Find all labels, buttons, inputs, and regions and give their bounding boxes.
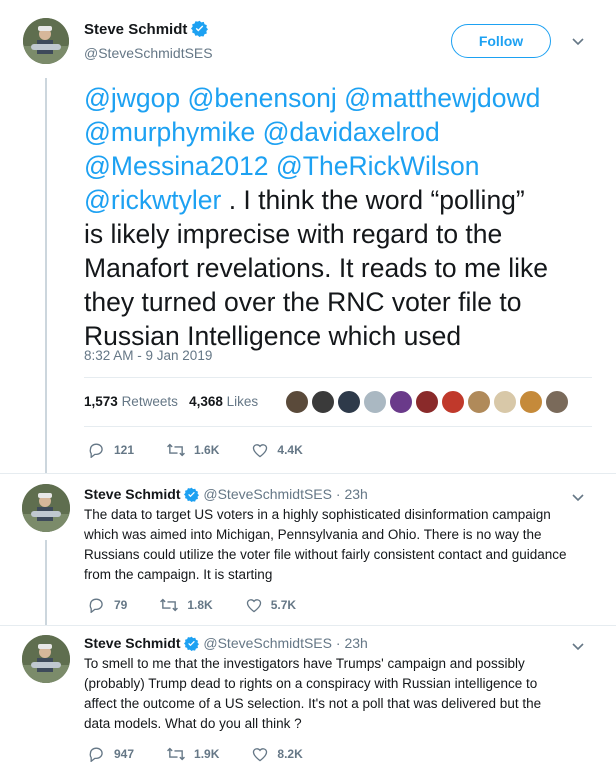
liker-avatar[interactable] bbox=[363, 390, 387, 414]
reply-count: 79 bbox=[114, 598, 128, 612]
divider bbox=[84, 377, 592, 378]
like-count: 4.4K bbox=[277, 443, 303, 457]
tweet-text: @jwgop @benensonj @matthewjdowd @murphym… bbox=[84, 81, 589, 353]
tweet-text-line: they turned over the RNC voter file to bbox=[84, 287, 522, 317]
thread-line bbox=[45, 78, 47, 473]
author-avatar[interactable] bbox=[23, 18, 69, 64]
liker-avatar[interactable] bbox=[337, 390, 361, 414]
tweet-actions: 121 1.6K 4.4K bbox=[88, 442, 335, 458]
reply-actions: 947 1.9K 8.2K bbox=[88, 746, 335, 762]
retweet-button[interactable]: 1.9K bbox=[166, 746, 219, 762]
likers-avatars bbox=[285, 390, 571, 414]
like-count: 5.7K bbox=[270, 598, 297, 612]
reply-actions: 79 1.8K 5.7K bbox=[88, 597, 328, 613]
retweets-stat[interactable]: 1,573 Retweets bbox=[84, 394, 178, 409]
liker-avatar[interactable] bbox=[467, 390, 491, 414]
liker-avatar[interactable] bbox=[415, 390, 439, 414]
reply-icon bbox=[89, 443, 103, 458]
liker-avatar[interactable] bbox=[519, 390, 543, 414]
liker-avatar[interactable] bbox=[441, 390, 465, 414]
tweet-timestamp[interactable]: 8:32 AM - 9 Jan 2019 bbox=[84, 348, 212, 363]
retweet-count: 1.8K bbox=[187, 598, 213, 612]
retweet-count: 1.6K bbox=[194, 443, 220, 457]
retweet-button[interactable]: 1.8K bbox=[159, 597, 213, 613]
liker-avatar[interactable] bbox=[311, 390, 335, 414]
reply-text: The data to target US voters in a highly… bbox=[84, 505, 589, 585]
reply-text-line: To smell to me that the investigators ha… bbox=[84, 656, 525, 671]
like-button[interactable]: 5.7K bbox=[245, 597, 296, 613]
divider bbox=[84, 426, 592, 427]
heart-icon bbox=[253, 748, 268, 762]
divider bbox=[0, 625, 616, 626]
reply-author-name[interactable]: Steve Schmidt bbox=[84, 635, 180, 651]
reply-text-line: affect the outcome of a US selection. It… bbox=[84, 696, 542, 711]
like-button[interactable]: 4.4K bbox=[251, 442, 303, 458]
reply-text-line: data models. What do you all think ? bbox=[84, 716, 302, 731]
verified-badge-icon bbox=[191, 20, 209, 42]
tweet-text-line: Manafort revelations. It reads to me lik… bbox=[84, 253, 548, 283]
heart-icon bbox=[246, 599, 261, 613]
mention-links[interactable]: @Messina2012 @TheRickWilson bbox=[84, 151, 480, 181]
like-count: 8.2K bbox=[277, 747, 303, 761]
retweet-button[interactable]: 1.6K bbox=[166, 442, 219, 458]
verified-badge-icon bbox=[184, 636, 200, 654]
reply-text-line: Russians could utilize the voter file wi… bbox=[84, 547, 567, 562]
reply-time[interactable]: 23h bbox=[344, 635, 367, 651]
reply-icon bbox=[89, 747, 103, 762]
liker-avatar[interactable] bbox=[545, 390, 569, 414]
mention-links[interactable]: @murphymike @davidaxelrod bbox=[84, 117, 440, 147]
retweet-count: 1.9K bbox=[194, 747, 220, 761]
retweet-icon bbox=[167, 443, 185, 457]
verified-badge-icon bbox=[184, 487, 200, 505]
reply-text-line: from the campaign. It is starting bbox=[84, 567, 273, 582]
liker-avatar[interactable] bbox=[285, 390, 309, 414]
reply-author-name[interactable]: Steve Schmidt bbox=[84, 486, 180, 502]
divider bbox=[0, 473, 616, 474]
author-handle[interactable]: @SteveSchmidtSES bbox=[84, 45, 213, 61]
reply-text-line: The data to target US voters in a highly… bbox=[84, 507, 551, 522]
reply-count: 121 bbox=[114, 443, 135, 457]
tweet-text-line: is likely imprecise with regard to the bbox=[84, 219, 503, 249]
retweet-icon bbox=[167, 747, 185, 761]
reply-text-line: (probably) Trump dead to rights on a con… bbox=[84, 676, 538, 691]
reply-time[interactable]: 23h bbox=[344, 486, 367, 502]
mention-link[interactable]: @rickwtyler bbox=[84, 185, 221, 215]
liker-avatar[interactable] bbox=[493, 390, 517, 414]
mention-links[interactable]: @jwgop @benensonj @matthewjdowd bbox=[84, 83, 540, 113]
likes-stat[interactable]: 4,368 Likes bbox=[189, 394, 258, 409]
heart-icon bbox=[253, 444, 268, 458]
reply-icon bbox=[89, 598, 103, 613]
reply-count: 947 bbox=[114, 747, 135, 761]
like-button[interactable]: 8.2K bbox=[251, 746, 303, 762]
chevron-down-icon[interactable] bbox=[571, 34, 585, 52]
follow-button[interactable]: Follow bbox=[451, 24, 551, 58]
reply-button[interactable]: 79 bbox=[88, 597, 127, 613]
reply-author-handle[interactable]: @SteveSchmidtSES bbox=[203, 486, 332, 502]
reply-author-avatar[interactable] bbox=[22, 635, 70, 683]
reply-button[interactable]: 947 bbox=[88, 746, 134, 762]
reply-text: To smell to me that the investigators ha… bbox=[84, 654, 589, 734]
retweet-icon bbox=[160, 598, 179, 612]
tweet-text-segment: . I think the word “polling” bbox=[221, 185, 525, 215]
thread-line bbox=[45, 540, 47, 625]
tweet-stats: 1,573 Retweets 4,368 Likes bbox=[84, 394, 258, 409]
reply-author-avatar[interactable] bbox=[22, 484, 70, 532]
reply-button[interactable]: 121 bbox=[88, 442, 134, 458]
liker-avatar[interactable] bbox=[389, 390, 413, 414]
reply-text-line: which was aimed into Michigan, Pennsylva… bbox=[84, 527, 542, 542]
author-name[interactable]: Steve Schmidt bbox=[84, 21, 187, 38]
reply-author-handle[interactable]: @SteveSchmidtSES bbox=[203, 635, 332, 651]
